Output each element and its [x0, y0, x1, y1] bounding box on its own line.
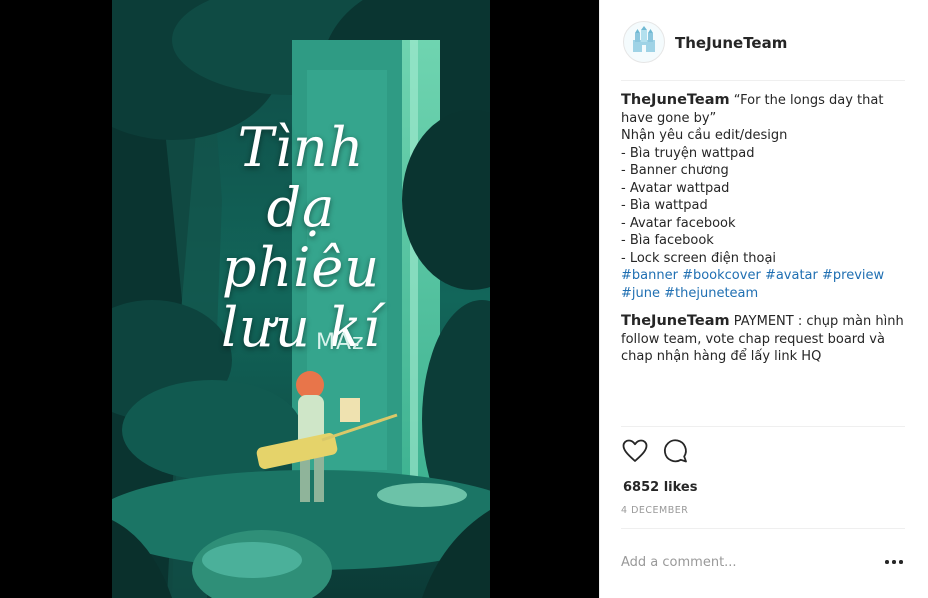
- like-button[interactable]: [621, 437, 651, 467]
- caption-line: - Bìa facebook: [621, 233, 714, 248]
- caption-username[interactable]: TheJuneTeam: [621, 92, 730, 108]
- post-header: TheJuneTeam: [600, 0, 928, 80]
- header-username[interactable]: TheJuneTeam: [675, 34, 787, 52]
- comment: TheJuneTeam PAYMENT : chụp màn hình foll…: [621, 313, 905, 366]
- comment-divider: [621, 528, 905, 529]
- hashtag-link[interactable]: #june: [621, 286, 660, 301]
- comment-icon: [664, 439, 687, 463]
- post-date: 4 DECEMBER: [621, 505, 689, 516]
- caption-line: - Bìa wattpad: [621, 198, 708, 213]
- post-caption: TheJuneTeam “For the longs day that have…: [621, 92, 905, 302]
- comment-button[interactable]: [661, 437, 691, 467]
- hashtag-link[interactable]: #avatar: [765, 268, 818, 283]
- likes-count[interactable]: 6852 likes: [623, 480, 697, 495]
- caption-line: - Avatar wattpad: [621, 180, 730, 196]
- castle-logo-icon: [633, 26, 655, 52]
- hashtag-list: #banner #bookcover #avatar #preview #jun…: [621, 267, 905, 302]
- more-options-button[interactable]: [882, 555, 906, 569]
- avatar[interactable]: [623, 21, 665, 63]
- caption-line: - Bìa truyện wattpad: [621, 145, 755, 161]
- caption-line: - Avatar facebook: [621, 215, 736, 231]
- post-media-pane: Tình dạ phiêu lưu kí MAz: [0, 0, 599, 598]
- caption-line: - Banner chương: [621, 163, 729, 178]
- cover-title: Tình dạ phiêu lưu kí: [221, 116, 381, 359]
- hashtag-link[interactable]: #thejuneteam: [664, 286, 758, 301]
- post-image[interactable]: Tình dạ phiêu lưu kí MAz: [112, 0, 490, 598]
- post-actions: [621, 437, 721, 467]
- hashtag-link[interactable]: #preview: [822, 268, 884, 283]
- post-details-panel: TheJuneTeam TheJuneTeam “For the longs d…: [599, 0, 928, 598]
- caption-line: Nhận yêu cầu edit/design: [621, 128, 788, 143]
- caption-line: - Lock screen điện thoại: [621, 250, 777, 266]
- comment-username[interactable]: TheJuneTeam: [621, 313, 730, 329]
- hashtag-link[interactable]: #bookcover: [682, 268, 761, 283]
- actions-divider: [621, 426, 905, 427]
- heart-icon: [622, 439, 648, 462]
- cover-author: MAz: [316, 330, 365, 355]
- hashtag-link[interactable]: #banner: [621, 268, 678, 283]
- add-comment-input[interactable]: [621, 552, 871, 572]
- header-divider: [621, 80, 905, 81]
